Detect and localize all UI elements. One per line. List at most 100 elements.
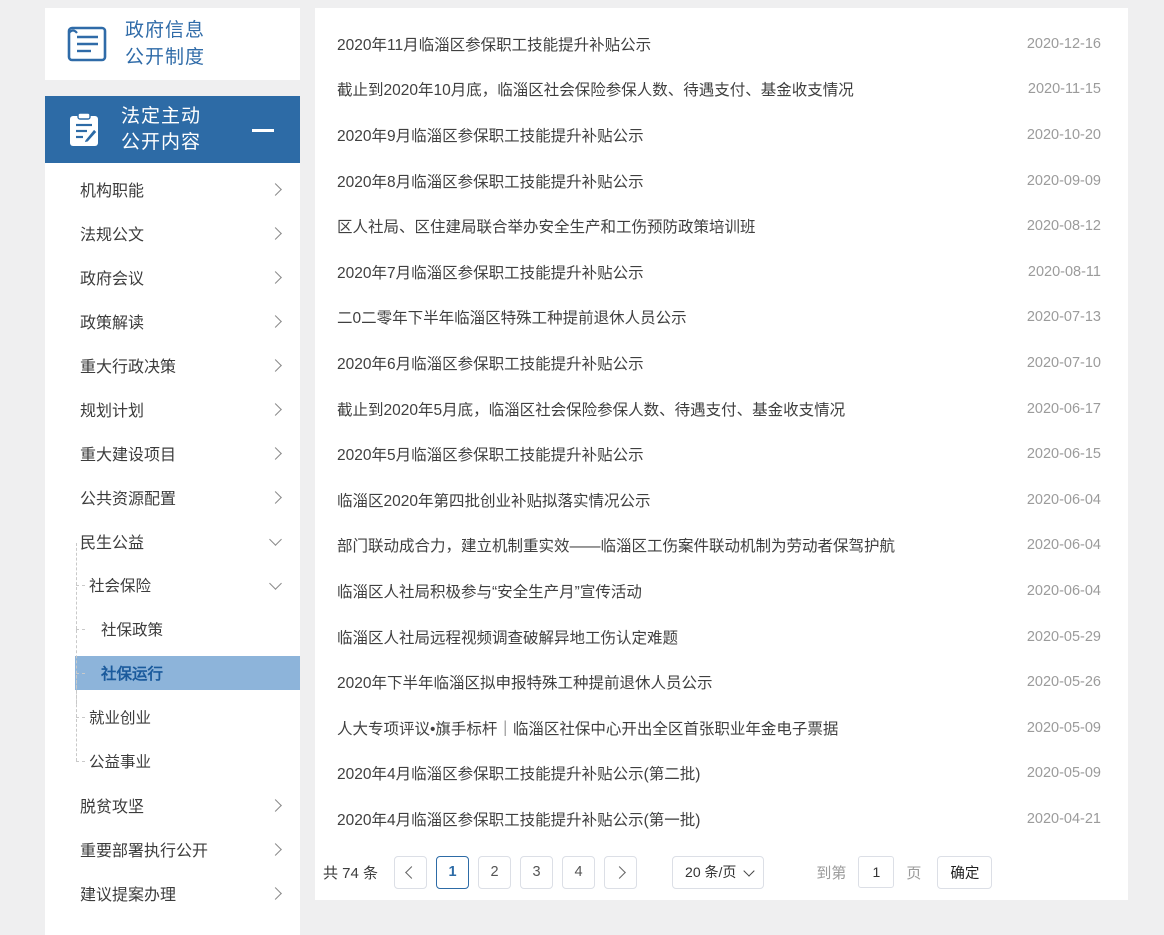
chevron-left-icon bbox=[405, 866, 418, 879]
article-date: 2020-07-13 bbox=[1027, 309, 1101, 325]
sidebar-menu-item-label: 公益事业 bbox=[89, 750, 280, 772]
article-date: 2020-06-17 bbox=[1027, 401, 1101, 417]
sidebar-menu-item[interactable]: 规划计划 bbox=[45, 387, 300, 431]
sidebar-menu: 机构职能 法规公文 政府会议 政策解读 重大行政决策 规划计划 bbox=[45, 163, 300, 915]
article-row: 临淄区人社局积极参与“安全生产月”宣传活动 2020-06-04 bbox=[315, 568, 1128, 614]
article-title-link[interactable]: 2020年8月临淄区参保职工技能提升补贴公示 bbox=[337, 170, 1007, 192]
pagination-prev-button[interactable] bbox=[394, 856, 427, 889]
article-row: 临淄区2020年第四批创业补贴拟落实情况公示 2020-06-04 bbox=[315, 477, 1128, 523]
chevron-right-icon bbox=[613, 866, 626, 879]
confirm-button[interactable]: 确定 bbox=[937, 856, 992, 889]
document-lines-icon bbox=[65, 24, 109, 64]
article-title-link[interactable]: 二0二零年下半年临淄区特殊工种提前退休人员公示 bbox=[337, 306, 1007, 328]
article-title-link[interactable]: 临淄区2020年第四批创业补贴拟落实情况公示 bbox=[337, 489, 1007, 511]
article-row: 区人社局、区住建局联合举办安全生产和工伤预防政策培训班 2020-08-12 bbox=[315, 203, 1128, 249]
article-row: 2020年7月临淄区参保职工技能提升补贴公示 2020-08-11 bbox=[315, 249, 1128, 295]
sidebar-menu-item-label: 法规公文 bbox=[80, 221, 271, 245]
article-title-link[interactable]: 截止到2020年5月底，临淄区社会保险参保人数、待遇支付、基金收支情况 bbox=[337, 398, 1007, 420]
pagination-page-button[interactable]: 1 bbox=[436, 856, 469, 889]
article-title-link[interactable]: 2020年9月临淄区参保职工技能提升补贴公示 bbox=[337, 124, 1007, 146]
chevron-icon bbox=[269, 799, 282, 812]
sidebar-menu-item-label: 公共资源配置 bbox=[80, 485, 271, 509]
article-row: 二0二零年下半年临淄区特殊工种提前退休人员公示 2020-07-13 bbox=[315, 295, 1128, 341]
article-title-link[interactable]: 截止到2020年10月底，临淄区社会保险参保人数、待遇支付、基金收支情况 bbox=[337, 78, 1008, 100]
sidebar-menu-item[interactable]: 社会保险 bbox=[45, 563, 300, 607]
article-row: 2020年6月临淄区参保职工技能提升补贴公示 2020-07-10 bbox=[315, 340, 1128, 386]
article-row: 2020年下半年临淄区拟申报特殊工种提前退休人员公示 2020-05-26 bbox=[315, 659, 1128, 705]
sidebar-card-gov-info-system[interactable]: 政府信息 公开制度 bbox=[45, 8, 300, 80]
article-date: 2020-05-09 bbox=[1027, 720, 1101, 736]
article-date: 2020-08-12 bbox=[1027, 218, 1101, 234]
sidebar-menu-item[interactable]: 社保政策 bbox=[45, 607, 300, 651]
sidebar-menu-item[interactable]: 社保运行 bbox=[75, 656, 300, 690]
pagination-total-count: 共 74 条 bbox=[323, 862, 378, 883]
sidebar-menu-item-label: 民生公益 bbox=[80, 529, 271, 553]
chevron-icon bbox=[269, 183, 282, 196]
sidebar-panel: 法定主动 公开内容 机构职能 法规公文 政府会议 政策解读 bbox=[45, 96, 300, 935]
chevron-icon bbox=[269, 843, 282, 856]
article-title-link[interactable]: 人大专项评议•旗手标杆｜临淄区社保中心开出全区首张职业年金电子票据 bbox=[337, 717, 1007, 739]
article-title-link[interactable]: 2020年6月临淄区参保职工技能提升补贴公示 bbox=[337, 352, 1007, 374]
sidebar-menu-item[interactable]: 就业创业 bbox=[45, 695, 300, 739]
goto-page-input[interactable] bbox=[858, 856, 894, 888]
pagination-next-button[interactable] bbox=[604, 856, 637, 889]
article-row: 2020年4月临淄区参保职工技能提升补贴公示(第二批) 2020-05-09 bbox=[315, 751, 1128, 797]
sidebar-menu-item[interactable]: 重大行政决策 bbox=[45, 343, 300, 387]
article-title-link[interactable]: 2020年4月临淄区参保职工技能提升补贴公示(第二批) bbox=[337, 762, 1007, 784]
sidebar-menu-item[interactable]: 重大建设项目 bbox=[45, 431, 300, 475]
sidebar-menu-item-label: 政府会议 bbox=[80, 265, 271, 289]
sidebar-menu-item-label: 规划计划 bbox=[80, 397, 271, 421]
chevron-icon bbox=[269, 887, 282, 900]
page-size-label: 20 条/页 bbox=[685, 862, 736, 882]
article-title-link[interactable]: 2020年下半年临淄区拟申报特殊工种提前退休人员公示 bbox=[337, 671, 1007, 693]
pagination-pages: 1 2 3 4 bbox=[436, 856, 604, 889]
sidebar-menu-item[interactable]: 脱贫攻坚 bbox=[45, 783, 300, 827]
article-date: 2020-08-11 bbox=[1028, 264, 1101, 280]
sidebar-menu-item-label: 重大建设项目 bbox=[80, 441, 271, 465]
pagination-page-button[interactable]: 3 bbox=[520, 856, 553, 889]
sidebar-menu-item[interactable]: 政策解读 bbox=[45, 299, 300, 343]
article-date: 2020-05-09 bbox=[1027, 765, 1101, 781]
page-size-select[interactable]: 20 条/页 bbox=[672, 856, 764, 889]
sidebar-menu-item[interactable]: 政府会议 bbox=[45, 255, 300, 299]
article-date: 2020-11-15 bbox=[1028, 81, 1101, 97]
chevron-icon bbox=[269, 533, 282, 546]
chevron-icon bbox=[269, 271, 282, 284]
article-title-link[interactable]: 临淄区人社局远程视频调查破解异地工伤认定难题 bbox=[337, 626, 1007, 648]
sidebar-header-statutory-disclosure[interactable]: 法定主动 公开内容 bbox=[45, 96, 300, 163]
pagination-page-number: 3 bbox=[532, 864, 540, 880]
sidebar-menu-item[interactable]: 机构职能 bbox=[45, 167, 300, 211]
article-row: 2020年5月临淄区参保职工技能提升补贴公示 2020-06-15 bbox=[315, 431, 1128, 477]
sidebar-menu-item-label: 政策解读 bbox=[80, 309, 271, 333]
sidebar-menu-item[interactable]: 公共资源配置 bbox=[45, 475, 300, 519]
pagination-page-button[interactable]: 4 bbox=[562, 856, 595, 889]
article-row: 部门联动成合力，建立机制重实效——临淄区工伤案件联动机制为劳动者保驾护航 202… bbox=[315, 523, 1128, 569]
article-title-link[interactable]: 2020年5月临淄区参保职工技能提升补贴公示 bbox=[337, 443, 1007, 465]
sidebar-menu-item[interactable]: 公益事业 bbox=[45, 739, 300, 783]
collapse-minus-icon[interactable] bbox=[252, 129, 274, 132]
article-title-link[interactable]: 临淄区人社局积极参与“安全生产月”宣传活动 bbox=[337, 580, 1007, 602]
article-title-link[interactable]: 2020年4月临淄区参保职工技能提升补贴公示(第一批) bbox=[337, 808, 1007, 830]
article-row: 2020年8月临淄区参保职工技能提升补贴公示 2020-09-09 bbox=[315, 158, 1128, 204]
article-title-link[interactable]: 2020年7月临淄区参保职工技能提升补贴公示 bbox=[337, 261, 1008, 283]
pagination-page-number: 2 bbox=[490, 864, 498, 880]
sidebar-menu-item[interactable]: 重要部署执行公开 bbox=[45, 827, 300, 871]
sidebar-menu-item-label: 重要部署执行公开 bbox=[80, 837, 271, 861]
article-row: 2020年9月临淄区参保职工技能提升补贴公示 2020-10-20 bbox=[315, 112, 1128, 158]
chevron-icon bbox=[269, 359, 282, 372]
pagination-page-button[interactable]: 2 bbox=[478, 856, 511, 889]
sidebar-menu-item-label: 机构职能 bbox=[80, 177, 271, 201]
goto-prefix-label: 到第 bbox=[816, 862, 846, 883]
article-title-link[interactable]: 区人社局、区住建局联合举办安全生产和工伤预防政策培训班 bbox=[337, 215, 1007, 237]
sidebar: 政府信息 公开制度 法定主动 公开内容 机构职能 bbox=[45, 8, 300, 935]
confirm-button-label: 确定 bbox=[950, 862, 979, 883]
sidebar-menu-item[interactable]: 建议提案办理 bbox=[45, 871, 300, 915]
chevron-icon bbox=[269, 447, 282, 460]
article-title-link[interactable]: 2020年11月临淄区参保职工技能提升补贴公示 bbox=[337, 33, 1007, 55]
sidebar-menu-item[interactable]: 民生公益 bbox=[45, 519, 300, 563]
sidebar-menu-item-label: 社保政策 bbox=[101, 618, 280, 640]
article-title-link[interactable]: 部门联动成合力，建立机制重实效——临淄区工伤案件联动机制为劳动者保驾护航 bbox=[337, 534, 1007, 556]
chevron-icon bbox=[269, 403, 282, 416]
sidebar-header-title: 法定主动 公开内容 bbox=[121, 104, 201, 156]
sidebar-menu-item[interactable]: 法规公文 bbox=[45, 211, 300, 255]
